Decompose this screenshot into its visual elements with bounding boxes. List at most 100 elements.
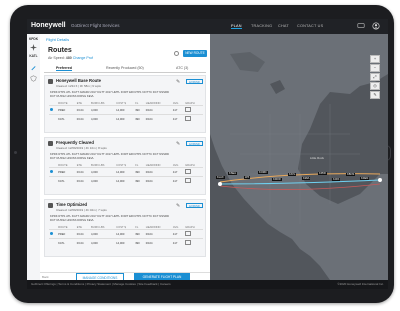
waypoint-tag[interactable]: KSEA bbox=[228, 172, 237, 175]
draw-button[interactable]: ✎ bbox=[370, 91, 380, 99]
back-link[interactable]: Back bbox=[42, 275, 49, 279]
waypoint-tag[interactable]: WX bbox=[244, 176, 251, 179]
nav-plan[interactable]: PLAN bbox=[231, 24, 242, 29]
cell: 14,000 bbox=[115, 105, 135, 115]
origin-marker-icon[interactable] bbox=[218, 182, 222, 186]
route-string: KPDK RTP1 ATL KGTT AMAFR 2017 KGTT 2017 … bbox=[50, 90, 170, 98]
cell: 4,000 bbox=[89, 114, 116, 123]
fullscreen-button[interactable]: ⤢ bbox=[370, 73, 380, 81]
cell: 4,000 bbox=[89, 176, 116, 185]
zoom-in-button[interactable]: + bbox=[370, 55, 380, 63]
airspeed-label: Air Speed: bbox=[48, 56, 65, 60]
graph-icon[interactable] bbox=[185, 178, 192, 183]
route-legs-table: ROUTE ETE BURN LBS COST $ FL HEADWIND AV… bbox=[49, 101, 203, 123]
new-route-button[interactable]: NEW ROUTE bbox=[183, 50, 207, 57]
table-row[interactable]: PREF 03:24 4,000 14,000 390 0/104 417 bbox=[49, 167, 203, 177]
route-legs-table: ROUTE ETE BURN LBS COST $ FL HEADWIND AV… bbox=[49, 163, 203, 185]
cell: 0/104 bbox=[144, 105, 172, 115]
leg-status-icon bbox=[50, 170, 53, 173]
tab-recently-produced[interactable]: Recently Produced (50) bbox=[106, 66, 144, 70]
table-row[interactable]: PREF 03:24 4,000 14,000 390 0/104 417 bbox=[49, 105, 203, 115]
cell: PREF bbox=[57, 167, 76, 177]
route-checkbox[interactable] bbox=[48, 203, 53, 208]
settings-gear-icon[interactable] bbox=[174, 51, 179, 56]
cell: 03:24 bbox=[75, 176, 90, 185]
cell: 03:24 bbox=[75, 229, 90, 239]
waypoint-tag[interactable]: KLAX bbox=[216, 176, 225, 179]
nav-chat[interactable]: CHAT bbox=[278, 24, 289, 28]
graph-icon[interactable] bbox=[185, 107, 192, 112]
map-toolbar: + − ⤢ ◎ ✎ bbox=[370, 55, 380, 100]
waypoint-tag[interactable]: KMIA bbox=[302, 177, 311, 180]
waypoint-tag[interactable]: KATL bbox=[288, 173, 297, 176]
nav-contact-us[interactable]: CONTACT US bbox=[297, 24, 323, 28]
tab-preferred[interactable]: Preferred bbox=[56, 66, 72, 71]
graph-icon[interactable] bbox=[185, 169, 192, 174]
waypoint-tag[interactable]: KBOS bbox=[346, 173, 356, 176]
change-profile-link[interactable]: Change Prof bbox=[73, 56, 93, 60]
waypoint-tag[interactable]: KPDK bbox=[318, 172, 328, 175]
breadcrumb[interactable]: Flight Details bbox=[46, 37, 69, 42]
route-checkbox[interactable] bbox=[48, 79, 53, 84]
route-meta: Cleared: 1234 ft | 3h 58m | 9 wpts bbox=[56, 84, 101, 88]
landmass-shape bbox=[210, 34, 388, 280]
destination-marker-icon[interactable] bbox=[378, 178, 382, 182]
user-avatar-icon[interactable] bbox=[372, 22, 380, 30]
cell: 0/104 bbox=[144, 167, 172, 177]
graph-icon[interactable] bbox=[185, 116, 192, 121]
expand-button[interactable]: EXPAND bbox=[186, 141, 203, 146]
rail-destination-label[interactable]: KATL bbox=[28, 54, 39, 58]
cell: 390 bbox=[134, 114, 145, 123]
expand-button[interactable]: EXPAND bbox=[186, 79, 203, 84]
route-name: Frequently Cleared bbox=[56, 140, 94, 145]
edit-route-icon[interactable]: ✎ bbox=[176, 79, 180, 85]
leg-status-icon bbox=[50, 108, 53, 111]
expand-button[interactable]: EXPAND bbox=[186, 203, 203, 208]
routes-panel: Flight Details Routes Air Speed: 480 Cha… bbox=[40, 34, 210, 280]
waypoint-tag[interactable]: KDFW bbox=[272, 178, 282, 181]
waypoint-tag[interactable]: KJFK bbox=[332, 178, 341, 181]
cell: 4,000 bbox=[89, 238, 116, 247]
chat-bubble-icon[interactable] bbox=[357, 22, 365, 30]
route-card[interactable]: Honeywell Base Route Cleared: 1234 ft | … bbox=[44, 75, 206, 133]
route-checkbox[interactable] bbox=[48, 141, 53, 146]
cell: KATL bbox=[57, 238, 76, 247]
table-row[interactable]: KATL 03:24 4,000 14,000 390 0/104 417 bbox=[49, 176, 203, 185]
route-map[interactable]: KSEA WX KORD KDFW KATL KMIA KPDK KJFK KB… bbox=[210, 34, 388, 280]
edit-route-icon[interactable]: ✎ bbox=[176, 203, 180, 209]
route-legs-table: ROUTE ETE BURN LBS COST $ FL HEADWIND AV… bbox=[49, 225, 203, 247]
tab-atc[interactable]: ATC (3) bbox=[176, 66, 188, 70]
table-row[interactable]: KATL 03:24 4,000 14,000 390 0/104 417 bbox=[49, 114, 203, 123]
camera-icon bbox=[14, 151, 17, 154]
route-card[interactable]: Frequently Cleared Cleared: 12/09/2019 |… bbox=[44, 137, 206, 195]
graph-icon[interactable] bbox=[185, 240, 192, 245]
table-row[interactable]: PREF 03:24 4,000 14,000 390 0/104 417 bbox=[49, 229, 203, 239]
shield-icon[interactable] bbox=[30, 75, 37, 82]
nav-tracking[interactable]: TRACKING bbox=[251, 24, 272, 28]
cell: 417 bbox=[171, 114, 185, 123]
cell: 417 bbox=[171, 238, 185, 247]
cell: 417 bbox=[171, 167, 185, 177]
footer-links[interactable]: GoDirect Offerings | Terms & Conditions … bbox=[31, 282, 171, 286]
cell: 14,000 bbox=[115, 229, 135, 239]
cell: 0/104 bbox=[144, 238, 172, 247]
cell: 03:24 bbox=[75, 167, 90, 177]
cell: 03:24 bbox=[75, 114, 90, 123]
waypoint-tag[interactable]: KDEN bbox=[360, 177, 370, 180]
table-row[interactable]: KATL 03:24 4,000 14,000 390 0/104 417 bbox=[49, 238, 203, 247]
cell: 417 bbox=[171, 229, 185, 239]
graph-icon[interactable] bbox=[185, 231, 192, 236]
cell: 03:24 bbox=[75, 105, 90, 115]
cell: 4,000 bbox=[89, 105, 116, 115]
app-subtitle: GoDirect Flight Services bbox=[71, 23, 120, 28]
rail-origin-label[interactable]: KPDK bbox=[28, 37, 39, 41]
edit-route-icon[interactable]: ✎ bbox=[176, 141, 180, 147]
route-card[interactable]: Time Optimized Cleared: 12/09/2019 | 4h … bbox=[44, 199, 206, 257]
cell: 14,000 bbox=[115, 114, 135, 123]
zoom-out-button[interactable]: − bbox=[370, 64, 380, 72]
brand-logo[interactable]: Honeywell bbox=[31, 22, 66, 29]
recenter-button[interactable]: ◎ bbox=[370, 82, 380, 90]
route-name: Honeywell Base Route bbox=[56, 78, 101, 83]
waypoint-tag[interactable]: KORD bbox=[258, 171, 268, 174]
edit-pencil-icon[interactable] bbox=[30, 64, 37, 71]
